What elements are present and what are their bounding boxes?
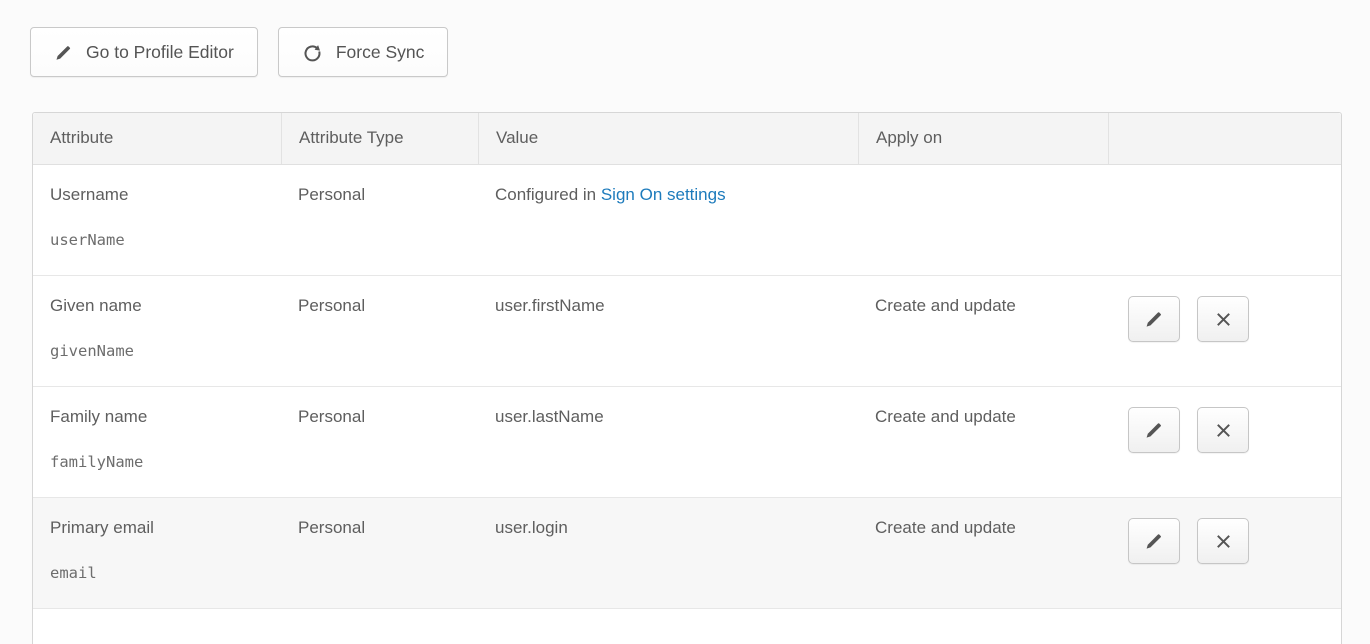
toolbar: Go to Profile Editor Force Sync	[30, 27, 448, 77]
delete-attribute-button[interactable]	[1197, 296, 1249, 342]
pencil-icon	[1144, 309, 1164, 329]
actions-cell	[1108, 276, 1341, 386]
delete-attribute-button[interactable]	[1197, 407, 1249, 453]
sign-on-settings-link[interactable]: Sign On settings	[601, 185, 726, 204]
value-cell: user.login	[478, 498, 858, 608]
value-cell: user.firstName	[478, 276, 858, 386]
attribute-cell: Primary email email	[33, 498, 281, 608]
table-row-primary-email: Primary email email Personal user.login …	[33, 498, 1341, 609]
edit-attribute-button[interactable]	[1128, 296, 1180, 342]
attribute-type-cell: Personal	[281, 498, 478, 608]
column-header-actions	[1108, 113, 1341, 164]
pencil-icon	[1144, 531, 1164, 551]
pencil-icon	[54, 43, 73, 62]
actions-cell	[1108, 498, 1341, 608]
attribute-cell: Username userName	[33, 165, 281, 275]
attribute-type-cell: Personal	[281, 276, 478, 386]
attribute-label: Given name	[50, 296, 281, 316]
attribute-type-cell: Personal	[281, 165, 478, 275]
attribute-label: Username	[50, 185, 281, 205]
go-to-profile-editor-label: Go to Profile Editor	[86, 42, 234, 63]
attribute-type-cell: Personal	[281, 387, 478, 497]
force-sync-button[interactable]: Force Sync	[278, 27, 449, 77]
apply-on-cell: Create and update	[858, 498, 1108, 608]
table-row-username: Username userName Personal Configured in…	[33, 165, 1341, 276]
attribute-variable-name: email	[50, 564, 281, 582]
column-header-attribute: Attribute	[33, 113, 281, 164]
force-sync-label: Force Sync	[336, 42, 425, 63]
apply-on-cell: Create and update	[858, 387, 1108, 497]
apply-on-cell	[858, 165, 1108, 275]
attribute-variable-name: givenName	[50, 342, 281, 360]
value-cell: user.lastName	[478, 387, 858, 497]
refresh-icon	[302, 42, 323, 63]
close-icon	[1214, 421, 1233, 440]
attribute-cell: Given name givenName	[33, 276, 281, 386]
go-to-profile-editor-button[interactable]: Go to Profile Editor	[30, 27, 258, 77]
close-icon	[1214, 310, 1233, 329]
actions-cell	[1108, 165, 1341, 275]
delete-attribute-button[interactable]	[1197, 518, 1249, 564]
table-header: Attribute Attribute Type Value Apply on	[33, 113, 1341, 165]
attribute-variable-name: userName	[50, 231, 281, 249]
attribute-label: Family name	[50, 407, 281, 427]
table-row-family-name: Family name familyName Personal user.las…	[33, 387, 1341, 498]
column-header-value: Value	[478, 113, 858, 164]
apply-on-cell: Create and update	[858, 276, 1108, 386]
actions-cell	[1108, 387, 1341, 497]
attribute-variable-name: familyName	[50, 453, 281, 471]
attribute-mapping-table: Attribute Attribute Type Value Apply on …	[32, 112, 1342, 644]
table-row-given-name: Given name givenName Personal user.first…	[33, 276, 1341, 387]
column-header-attribute-type: Attribute Type	[281, 113, 478, 164]
value-cell: Configured in Sign On settings	[478, 165, 858, 275]
attribute-label: Primary email	[50, 518, 281, 538]
close-icon	[1214, 532, 1233, 551]
column-header-apply-on: Apply on	[858, 113, 1108, 164]
pencil-icon	[1144, 420, 1164, 440]
edit-attribute-button[interactable]	[1128, 518, 1180, 564]
value-text: Configured in	[495, 185, 601, 204]
attribute-cell: Family name familyName	[33, 387, 281, 497]
edit-attribute-button[interactable]	[1128, 407, 1180, 453]
